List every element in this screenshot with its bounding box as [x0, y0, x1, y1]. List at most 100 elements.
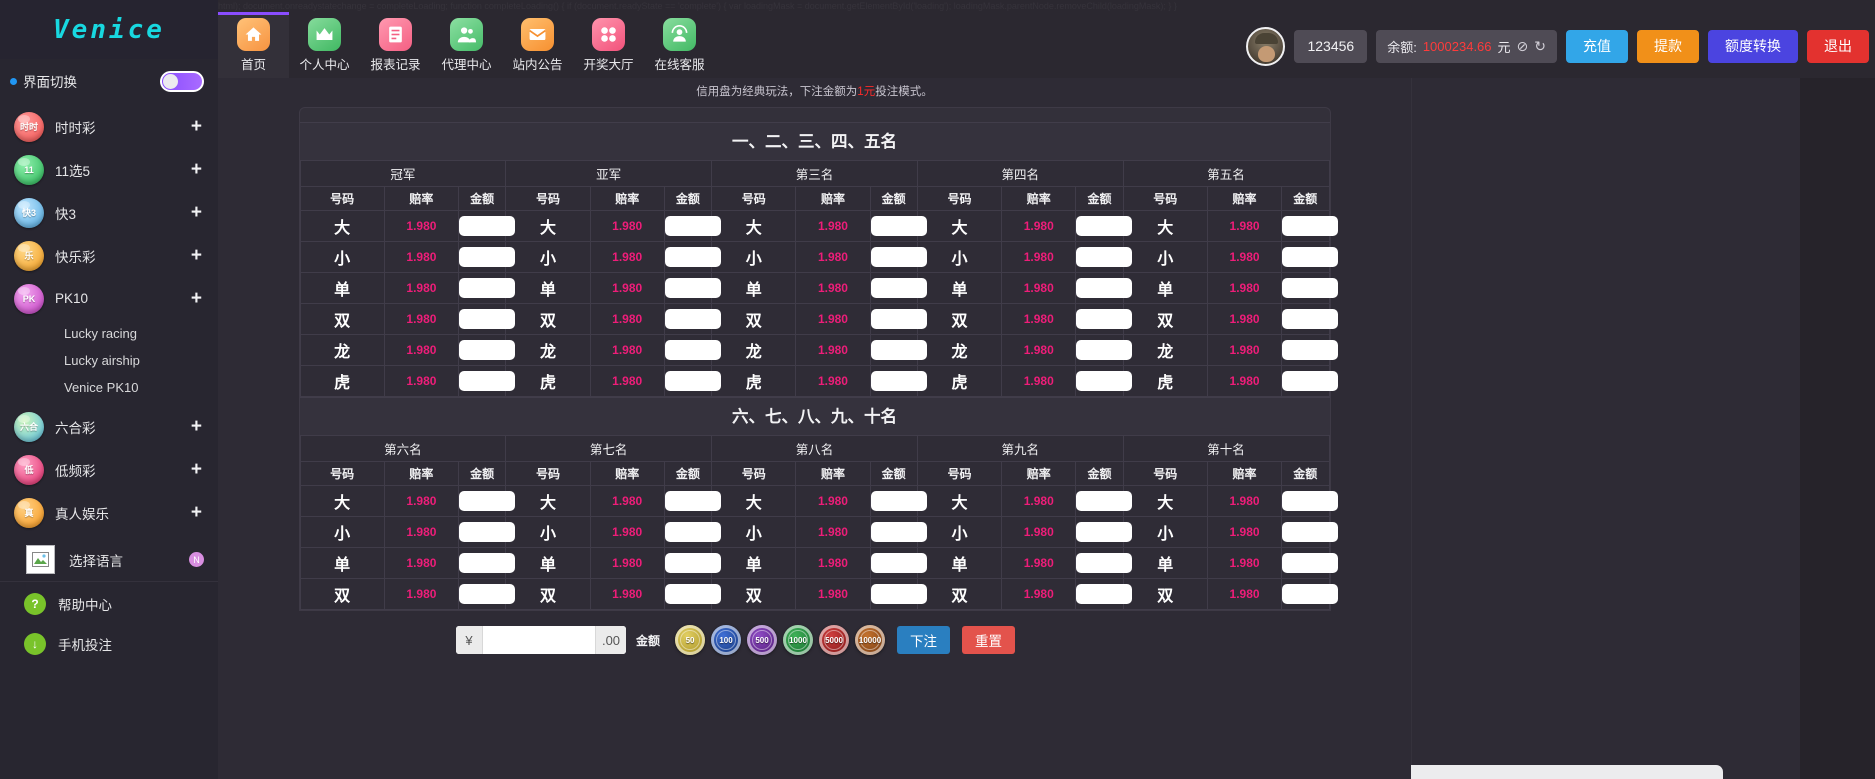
bet-option-number[interactable]: 单	[917, 548, 1001, 579]
bet-amount-input[interactable]	[665, 584, 721, 604]
bet-amount-input[interactable]	[1076, 247, 1132, 267]
sidebar-item-mobile-betting[interactable]: ↓ 手机投注	[0, 626, 218, 662]
bet-option-number[interactable]: 双	[300, 304, 384, 335]
bet-option-number[interactable]: 大	[917, 211, 1001, 242]
bet-option-number[interactable]: 大	[1123, 211, 1207, 242]
expand-plus-icon[interactable]: +	[191, 117, 202, 136]
bet-amount-input[interactable]	[1282, 522, 1338, 542]
bet-amount-input[interactable]	[871, 247, 927, 267]
bet-amount-input[interactable]	[665, 553, 721, 573]
bet-amount-input[interactable]	[871, 584, 927, 604]
bet-amount-input[interactable]	[1282, 278, 1338, 298]
tab-personal-center[interactable]: 个人中心	[289, 12, 360, 78]
bet-option-number[interactable]: 龙	[506, 335, 590, 366]
bet-option-number[interactable]: 单	[300, 548, 384, 579]
bet-amount-input[interactable]	[871, 216, 927, 236]
bet-amount-input[interactable]	[459, 340, 515, 360]
bet-amount-input[interactable]	[1076, 371, 1132, 391]
bet-amount-input[interactable]	[1282, 309, 1338, 329]
bet-option-number[interactable]: 小	[1123, 517, 1207, 548]
bottom-floating-panel[interactable]	[1403, 765, 1723, 779]
sidebar-item-help-center[interactable]: ? 帮助中心	[0, 586, 218, 622]
bet-amount-input[interactable]	[1076, 491, 1132, 511]
bet-option-number[interactable]: 双	[1123, 579, 1207, 610]
bet-amount-input[interactable]	[1076, 309, 1132, 329]
bet-option-number[interactable]: 小	[506, 517, 590, 548]
bet-option-number[interactable]: 单	[1123, 273, 1207, 304]
bet-option-number[interactable]: 大	[1123, 486, 1207, 517]
expand-plus-icon[interactable]: +	[191, 417, 202, 436]
bet-option-number[interactable]: 单	[917, 273, 1001, 304]
bet-amount-input[interactable]	[459, 216, 515, 236]
bet-amount-input[interactable]	[459, 491, 515, 511]
bet-option-number[interactable]: 单	[712, 548, 796, 579]
bet-amount-input[interactable]	[1076, 584, 1132, 604]
bet-option-number[interactable]: 虎	[712, 366, 796, 397]
bet-amount-input[interactable]	[1076, 553, 1132, 573]
sidebar-item-klc[interactable]: 乐 快乐彩 +	[0, 234, 218, 277]
sidebar-item-lhc[interactable]: 六合 六合彩 +	[0, 405, 218, 448]
sidebar-subitem-venice-pk10[interactable]: Venice PK10	[0, 374, 218, 401]
bet-option-number[interactable]: 虎	[1123, 366, 1207, 397]
tab-home[interactable]: 首页	[218, 12, 289, 78]
bet-option-number[interactable]: 大	[712, 486, 796, 517]
bet-amount-input[interactable]	[459, 309, 515, 329]
bet-amount-input[interactable]	[1282, 216, 1338, 236]
brand-logo[interactable]: Venice	[0, 0, 218, 59]
sidebar-subitem-lucky-racing[interactable]: Lucky racing	[0, 320, 218, 347]
bet-option-number[interactable]: 龙	[1123, 335, 1207, 366]
bet-option-number[interactable]: 单	[300, 273, 384, 304]
bet-amount-input[interactable]	[871, 340, 927, 360]
bet-option-number[interactable]: 龙	[917, 335, 1001, 366]
expand-plus-icon[interactable]: +	[191, 503, 202, 522]
bet-amount-input[interactable]	[871, 309, 927, 329]
bet-amount-input[interactable]	[871, 371, 927, 391]
deposit-button[interactable]: 充值	[1566, 30, 1628, 63]
chip-1000[interactable]: 1000	[783, 625, 813, 655]
chip-5000[interactable]: 5000	[819, 625, 849, 655]
bet-option-number[interactable]: 双	[712, 579, 796, 610]
bet-option-number[interactable]: 大	[506, 486, 590, 517]
tab-report-records[interactable]: 报表记录	[360, 12, 431, 78]
chip-500[interactable]: 500	[747, 625, 777, 655]
tab-lottery-hall[interactable]: 开奖大厅	[573, 12, 644, 78]
logout-button[interactable]: 退出	[1807, 30, 1869, 63]
bet-amount-input[interactable]	[665, 340, 721, 360]
sidebar-subitem-lucky-airship[interactable]: Lucky airship	[0, 347, 218, 374]
expand-plus-icon[interactable]: +	[191, 246, 202, 265]
sidebar-item-11x5[interactable]: 11 11选5 +	[0, 148, 218, 191]
sidebar-item-k3[interactable]: 快3 快3 +	[0, 191, 218, 234]
bet-amount-input[interactable]	[483, 626, 595, 654]
bet-amount-input[interactable]	[871, 553, 927, 573]
bet-option-number[interactable]: 虎	[300, 366, 384, 397]
sidebar-item-ssc[interactable]: 时时 时时彩 +	[0, 105, 218, 148]
bet-amount-input[interactable]	[459, 584, 515, 604]
expand-plus-icon[interactable]: +	[191, 203, 202, 222]
bet-amount-input[interactable]	[1282, 584, 1338, 604]
bet-option-number[interactable]: 小	[917, 242, 1001, 273]
interface-switch-toggle[interactable]	[160, 71, 204, 92]
avatar[interactable]	[1246, 27, 1285, 66]
bet-amount-input[interactable]	[1282, 491, 1338, 511]
reset-bet-button[interactable]: 重置	[962, 626, 1015, 654]
bet-amount-input[interactable]	[1076, 278, 1132, 298]
tab-agent-center[interactable]: 代理中心	[431, 12, 502, 78]
chip-10000[interactable]: 10000	[855, 625, 885, 655]
sidebar-item-pk10[interactable]: PK PK10 +	[0, 277, 218, 320]
bet-amount-input[interactable]	[1282, 247, 1338, 267]
bet-option-number[interactable]: 小	[712, 242, 796, 273]
sidebar-item-rmyl[interactable]: 真 真人娱乐 +	[0, 491, 218, 534]
tab-site-announcements[interactable]: 站内公告	[502, 12, 573, 78]
sidebar-item-dpc[interactable]: 低 低频彩 +	[0, 448, 218, 491]
bet-amount-input[interactable]	[459, 247, 515, 267]
expand-plus-icon[interactable]: +	[191, 289, 202, 308]
submit-bet-button[interactable]: 下注	[897, 626, 950, 654]
bet-amount-input[interactable]	[665, 247, 721, 267]
bet-amount-input[interactable]	[1282, 340, 1338, 360]
bet-amount-field[interactable]: ¥ .00	[456, 626, 626, 654]
tab-online-support[interactable]: 在线客服	[644, 12, 715, 78]
withdraw-button[interactable]: 提款	[1637, 30, 1699, 63]
bet-amount-input[interactable]	[1076, 216, 1132, 236]
bet-option-number[interactable]: 小	[917, 517, 1001, 548]
bet-option-number[interactable]: 小	[300, 517, 384, 548]
